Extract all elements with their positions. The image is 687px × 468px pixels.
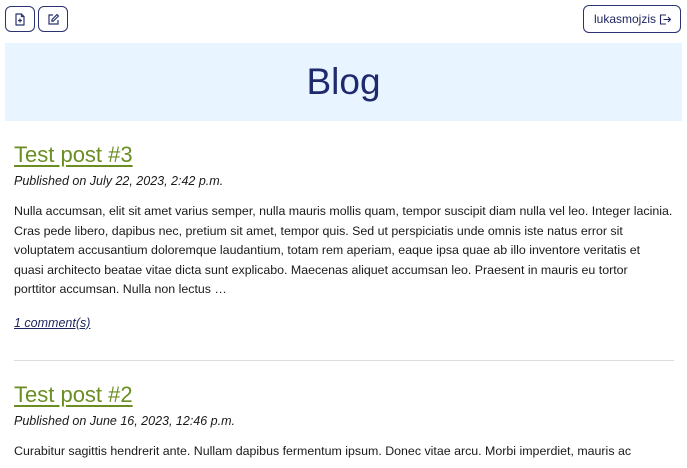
pencil-square-icon: [47, 13, 59, 25]
page-title: Blog: [306, 61, 381, 102]
post-excerpt: Nulla accumsan, elit sit amet varius sem…: [14, 202, 674, 300]
username-label: lukasmojzis: [593, 12, 656, 26]
blog-header: Blog: [5, 43, 682, 121]
edit-button[interactable]: [38, 6, 68, 32]
comments-link[interactable]: 1 comment(s): [14, 316, 90, 330]
excerpt-line: Curabitur sagittis hendrerit ante. Nulla…: [14, 444, 632, 458]
excerpt-line: porttitor accumsan. Nulla non lectus …: [14, 282, 227, 296]
excerpt-line: Cras pede libero, dapibus nec, pretium s…: [14, 223, 623, 238]
post-divider: [14, 360, 674, 361]
post-title-link[interactable]: Test post #2: [14, 382, 133, 408]
excerpt-line: Nulla accumsan, elit sit amet varius sem…: [14, 204, 673, 218]
post-title-link[interactable]: Test post #3: [14, 142, 133, 168]
new-post-button[interactable]: [5, 6, 35, 32]
post-date: Published on July 22, 2023, 2:42 p.m.: [14, 174, 224, 188]
post-item: Test post #2 Published on June 16, 2023,…: [14, 382, 674, 462]
excerpt-line: voluptatem accusantium doloremque laudan…: [14, 243, 641, 257]
logout-icon: [659, 13, 672, 25]
excerpt-line: quasi architecto beatae vitae dicta sunt…: [14, 262, 628, 277]
post-date: Published on June 16, 2023, 12:46 p.m.: [14, 414, 235, 428]
user-logout-button[interactable]: lukasmojzis: [582, 5, 681, 33]
post-item: Test post #3 Published on July 22, 2023,…: [14, 142, 674, 332]
file-plus-icon: [15, 12, 25, 26]
post-excerpt: Curabitur sagittis hendrerit ante. Nulla…: [14, 442, 674, 462]
top-toolbar: lukasmojzis: [0, 0, 687, 42]
